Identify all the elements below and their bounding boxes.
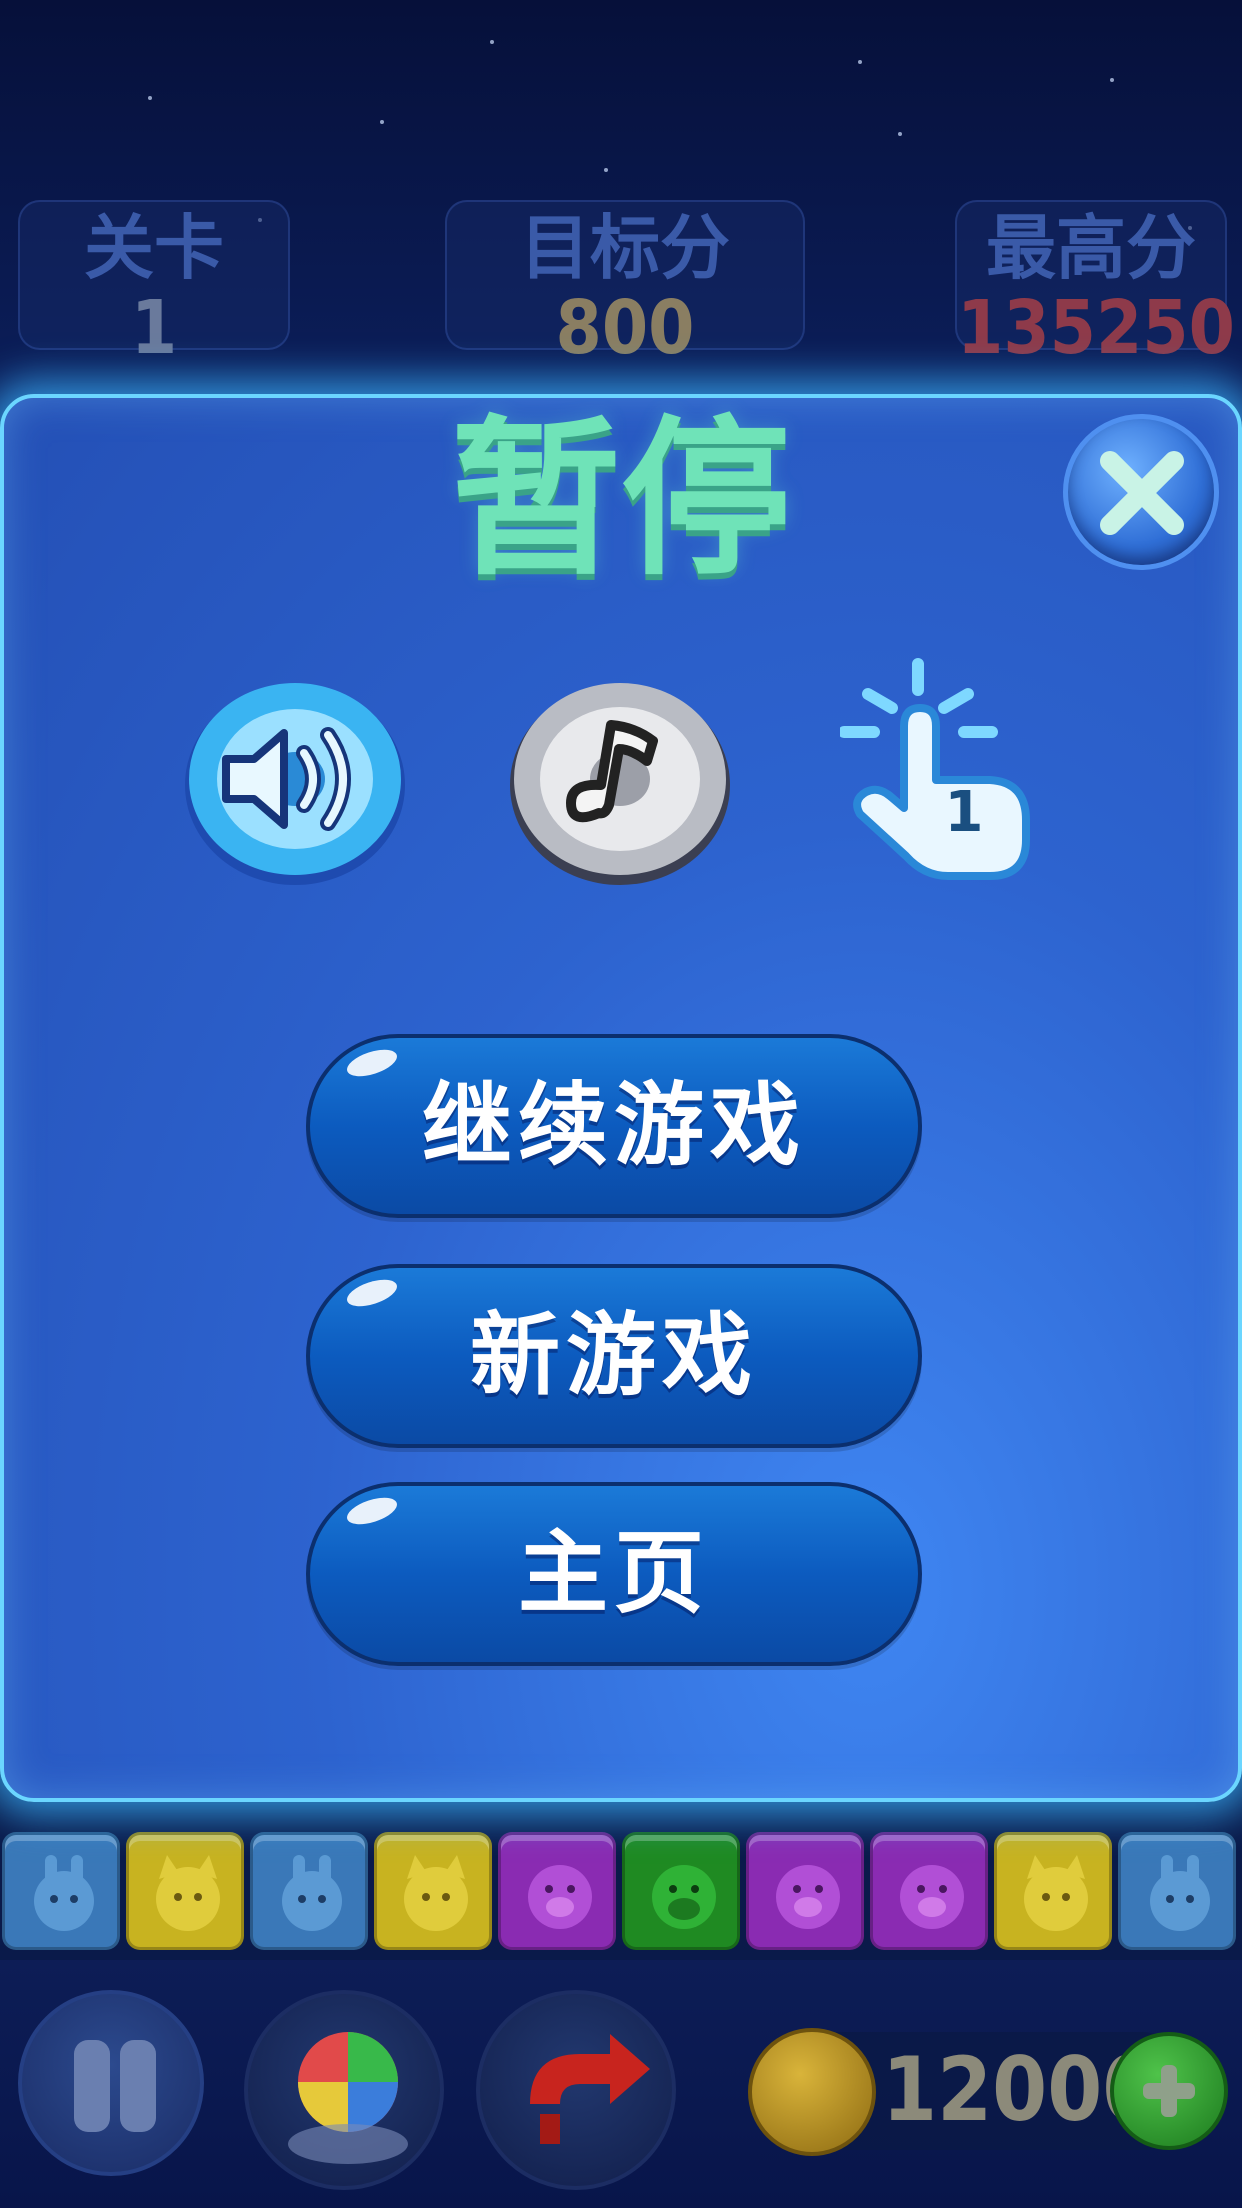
dog-icon [652,1865,716,1929]
new-game-button[interactable]: 新游戏 [306,1264,922,1448]
cat-block[interactable] [994,1832,1112,1950]
music-note-icon [510,683,730,885]
cat-block[interactable] [126,1832,244,1950]
music-toggle-button[interactable] [505,675,735,895]
cat-block[interactable] [374,1832,492,1950]
level-label: 关卡 [84,207,224,289]
rabbit-icon [1150,1855,1210,1931]
sound-toggle-button[interactable] [180,675,410,895]
dog-block[interactable] [622,1832,740,1950]
color-ball-tool-button[interactable] [244,1990,444,2190]
block-row [0,1826,1242,1954]
new-game-label: 新游戏 [470,1303,758,1408]
rabbit-block[interactable] [1118,1832,1236,1950]
rabbit-block[interactable] [2,1832,120,1950]
close-icon [1100,451,1184,535]
cat-icon [156,1855,220,1931]
rabbit-block[interactable] [250,1832,368,1950]
close-button[interactable] [1063,414,1219,570]
pig-icon [900,1865,964,1929]
pig-block[interactable] [498,1832,616,1950]
best-score-panel: 最高分 135250 [955,200,1235,366]
pig-icon [776,1865,840,1929]
continue-game-button[interactable]: 继续游戏 [306,1034,922,1218]
best-score-label: 最高分 [986,207,1196,289]
refresh-icon [530,2034,650,2144]
pig-block[interactable] [746,1832,864,1950]
rabbit-icon [282,1855,342,1931]
dialog-title: 暂停 [450,401,791,599]
speaker-icon [185,683,405,885]
pause-button[interactable] [18,1990,204,2176]
plus-icon [1143,2065,1195,2117]
best-score-value: 135250 [957,285,1235,371]
pig-icon [528,1865,592,1929]
refresh-tool-button[interactable] [476,1990,676,2190]
cat-icon [404,1855,468,1931]
home-label: 主页 [518,1521,710,1626]
tap-finger-icon [838,658,1030,880]
hint-count: 1 [944,780,984,845]
coin-balance: 12000 [882,2038,1158,2141]
coin-icon [748,2028,876,2156]
target-score-label: 目标分 [520,207,730,289]
level-panel: 关卡 1 [18,200,290,366]
cat-icon [1024,1855,1088,1931]
target-score-value: 800 [555,285,695,371]
rabbit-icon [34,1855,94,1931]
level-value: 1 [130,285,178,371]
add-coins-button[interactable] [1110,2032,1228,2150]
target-score-panel: 目标分 800 [445,200,805,366]
hint-button[interactable] [838,650,1040,890]
home-button[interactable]: 主页 [306,1482,922,1666]
color-ball-icon [288,2032,408,2164]
pig-block[interactable] [870,1832,988,1950]
continue-game-label: 继续游戏 [422,1073,806,1178]
